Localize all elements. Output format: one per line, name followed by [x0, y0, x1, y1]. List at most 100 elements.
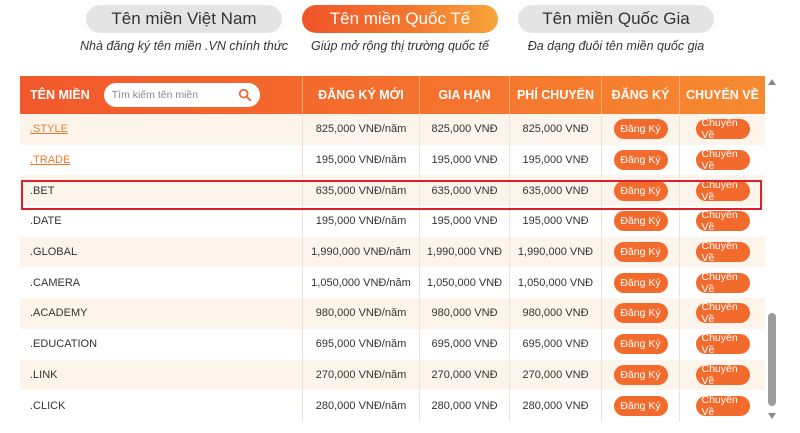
- domain-name[interactable]: .TRADE: [30, 154, 70, 166]
- transfer-button[interactable]: Chuyển Về: [695, 209, 750, 233]
- register-button[interactable]: Đăng Ký: [613, 211, 668, 232]
- register-button[interactable]: Đăng Ký: [613, 150, 668, 171]
- register-cell: Đăng Ký: [601, 359, 679, 391]
- transfer-cell: Chuyển Về: [679, 236, 765, 268]
- renew-price: 980,000 VNĐ: [431, 307, 498, 320]
- tab-international-desc: Giúp mở rộng thị trường quốc tế: [311, 39, 489, 53]
- domain-name-cell: .STYLE: [20, 114, 302, 145]
- new-price: 280,000 VNĐ/năm: [315, 399, 407, 412]
- header-register: ĐĂNG KÝ: [601, 76, 679, 114]
- renew-price: 195,000 VNĐ: [431, 215, 498, 228]
- register-cell: Đăng Ký: [601, 114, 679, 145]
- scrollbar[interactable]: [767, 76, 778, 426]
- renew-price: 280,000 VNĐ: [431, 399, 498, 412]
- page: Tên miền Việt Nam Tên miền Quốc Tế Tên m…: [0, 0, 800, 433]
- register-button[interactable]: Đăng Ký: [613, 180, 668, 201]
- transfer-price-cell: 1,050,000 VNĐ: [509, 267, 601, 299]
- tab-vietnam-desc: Nhà đăng ký tên miền .VN chính thức: [79, 39, 289, 53]
- transfer-button[interactable]: Chuyển Về: [695, 332, 750, 356]
- domain-name-cell: .CLICK: [20, 390, 302, 421]
- register-button[interactable]: Đăng Ký: [613, 303, 668, 324]
- transfer-button[interactable]: Chuyển Về: [695, 363, 750, 387]
- transfer-cell: Chuyển Về: [679, 390, 765, 421]
- tab-vietnam-domain[interactable]: Tên miền Việt Nam: [86, 5, 282, 33]
- transfer-button[interactable]: Chuyển Về: [695, 240, 750, 264]
- new-price-cell: 195,000 VNĐ/năm: [302, 206, 419, 237]
- renew-price-cell: 695,000 VNĐ: [419, 328, 509, 360]
- renew-price-cell: 270,000 VNĐ: [419, 359, 509, 391]
- new-price: 195,000 VNĐ/năm: [315, 215, 407, 228]
- table-row: .TRADE 195,000 VNĐ/năm 195,000 VNĐ 195,000 …: [20, 144, 765, 176]
- transfer-button[interactable]: Chuyển Về: [695, 301, 750, 325]
- new-price-cell: 280,000 VNĐ/năm: [302, 390, 419, 421]
- header-transfer-in: CHUYỂN VỀ: [679, 76, 765, 114]
- transfer-cell: Chuyển Về: [679, 267, 765, 299]
- register-button[interactable]: Đăng Ký: [613, 395, 668, 416]
- new-price: 270,000 VNĐ/năm: [315, 368, 407, 381]
- transfer-button[interactable]: Chuyển Về: [695, 179, 750, 203]
- domain-search[interactable]: [103, 83, 260, 107]
- scroll-down-arrow[interactable]: [768, 413, 776, 419]
- register-cell: Đăng Ký: [601, 267, 679, 299]
- new-price-cell: 195,000 VNĐ/năm: [302, 144, 419, 176]
- transfer-cell: Chuyển Về: [679, 359, 765, 391]
- domain-name-cell: .GLOBAL: [20, 237, 302, 268]
- renew-price-cell: 195,000 VNĐ: [419, 144, 509, 176]
- transfer-cell: Chuyển Về: [679, 114, 765, 145]
- table-header: TÊN MIỀN ĐĂNG KÝ MỚI GIA HẠN PHÍ CHUYỂN …: [20, 76, 765, 114]
- register-cell: Đăng Ký: [601, 298, 679, 329]
- register-button[interactable]: Đăng Ký: [613, 119, 668, 140]
- register-button[interactable]: Đăng Ký: [613, 364, 668, 385]
- register-button[interactable]: Đăng Ký: [613, 242, 668, 263]
- register-button[interactable]: Đăng Ký: [613, 272, 668, 293]
- domain-name: .ACADEMY: [30, 307, 88, 320]
- domain-name: .LINK: [30, 368, 58, 381]
- transfer-price: 195,000 VNĐ: [522, 215, 589, 228]
- new-price-cell: 695,000 VNĐ/năm: [302, 328, 419, 360]
- new-price-cell: 635,000 VNĐ/năm: [302, 175, 419, 207]
- transfer-price-cell: 825,000 VNĐ: [509, 114, 601, 145]
- transfer-button[interactable]: Chuyển Về: [695, 394, 750, 418]
- scroll-up-arrow[interactable]: [768, 79, 776, 85]
- table-body: .STYLE 825,000 VNĐ/năm 825,000 VNĐ 825,000 …: [20, 114, 765, 421]
- transfer-button[interactable]: Chuyển Về: [695, 148, 750, 172]
- table-row: .EDUCATION 695,000 VNĐ/năm 695,000 VNĐ 695,…: [20, 328, 765, 360]
- header-domain: TÊN MIỀN: [20, 76, 302, 114]
- transfer-button[interactable]: Chuyển Về: [695, 271, 750, 295]
- transfer-price: 1,050,000 VNĐ: [517, 276, 594, 289]
- new-price: 695,000 VNĐ/năm: [315, 338, 407, 351]
- new-price: 1,050,000 VNĐ/năm: [311, 276, 411, 289]
- transfer-price-cell: 980,000 VNĐ: [509, 298, 601, 329]
- domain-name-cell: .DATE: [20, 206, 302, 237]
- domain-name: .DATE: [30, 215, 62, 228]
- transfer-button[interactable]: Chuyển Về: [695, 117, 750, 141]
- search-icon[interactable]: [238, 88, 252, 102]
- new-price-cell: 270,000 VNĐ/năm: [302, 359, 419, 391]
- register-button[interactable]: Đăng Ký: [613, 334, 668, 355]
- domain-price-table: TÊN MIỀN ĐĂNG KÝ MỚI GIA HẠN PHÍ CHUYỂN …: [20, 76, 765, 433]
- search-input[interactable]: [111, 89, 232, 101]
- scroll-thumb[interactable]: [768, 313, 776, 406]
- new-price: 1,990,000 VNĐ/năm: [311, 246, 411, 259]
- register-cell: Đăng Ký: [601, 175, 679, 207]
- transfer-cell: Chuyển Về: [679, 175, 765, 207]
- table-row: .DATE 195,000 VNĐ/năm 195,000 VNĐ 195,000 V…: [20, 206, 765, 237]
- domain-name[interactable]: .STYLE: [30, 123, 68, 135]
- domain-name-cell: .TRADE: [20, 145, 302, 176]
- tab-country-domain[interactable]: Tên miền Quốc Gia: [518, 5, 714, 33]
- register-cell: Đăng Ký: [601, 206, 679, 237]
- new-price-cell: 1,990,000 VNĐ/năm: [302, 236, 419, 268]
- renew-price: 270,000 VNĐ: [431, 368, 498, 381]
- tab-international-domain[interactable]: Tên miền Quốc Tế: [302, 5, 498, 33]
- domain-name-cell: .BET: [20, 175, 302, 206]
- renew-price-cell: 635,000 VNĐ: [419, 175, 509, 207]
- register-cell: Đăng Ký: [601, 144, 679, 176]
- new-price: 980,000 VNĐ/năm: [315, 307, 407, 320]
- renew-price: 195,000 VNĐ: [431, 154, 498, 167]
- header-new-registration: ĐĂNG KÝ MỚI: [302, 76, 419, 114]
- new-price-cell: 1,050,000 VNĐ/năm: [302, 267, 419, 299]
- transfer-price: 280,000 VNĐ: [522, 399, 589, 412]
- transfer-price-cell: 195,000 VNĐ: [509, 206, 601, 237]
- transfer-price-cell: 280,000 VNĐ: [509, 390, 601, 421]
- transfer-price: 1,990,000 VNĐ: [517, 246, 594, 259]
